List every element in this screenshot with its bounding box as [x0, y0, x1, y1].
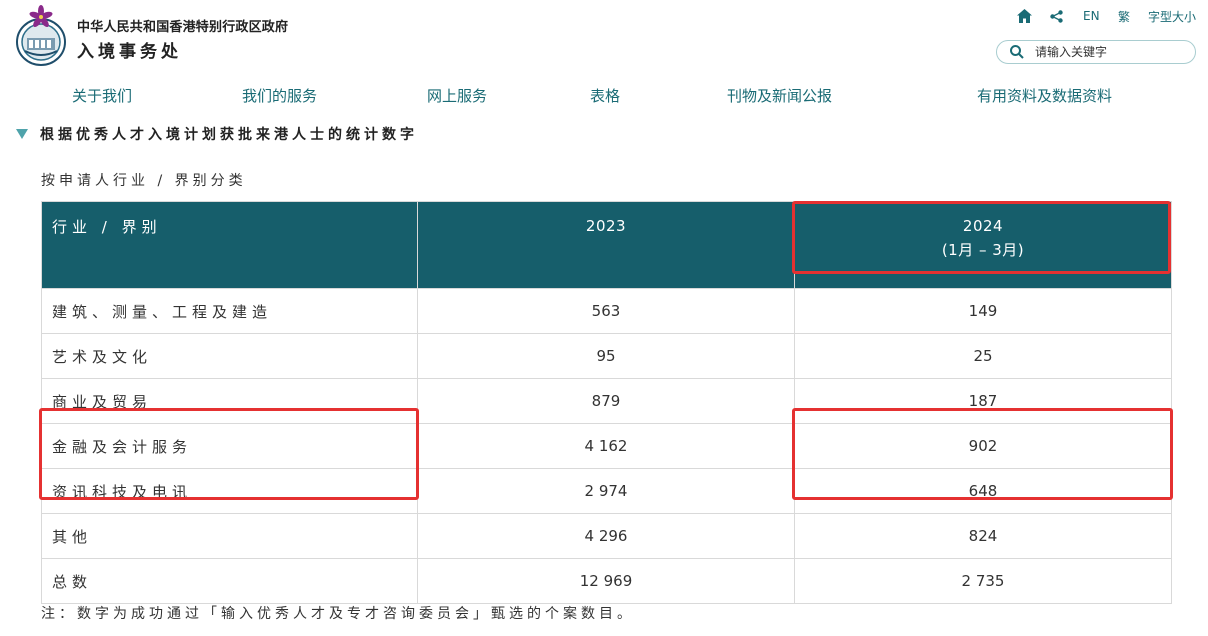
table-row: 建筑、测量、工程及建造 563 149 [41, 288, 1172, 334]
nav-about-us[interactable]: 关于我们 [72, 85, 132, 105]
table-row: 商业及贸易 879 187 [41, 378, 1172, 424]
row-value-2024: 902 [794, 423, 1172, 469]
section-title: 根据优秀人才入境计划获批来港人士的统计数字 [40, 127, 418, 143]
header-2024-year: 2024 [962, 217, 1004, 235]
row-value-2023: 4 296 [417, 513, 795, 559]
row-category: 建筑、测量、工程及建造 [41, 288, 418, 334]
share-icon [1050, 9, 1063, 23]
row-value-2024: 2 735 [794, 558, 1172, 604]
government-name: 中华人民共和国香港特别行政区政府 [77, 20, 289, 35]
row-category: 其他 [41, 513, 418, 559]
row-value-2023: 12 969 [417, 558, 795, 604]
row-category: 金融及会计服务 [41, 423, 418, 469]
row-value-2024: 824 [794, 513, 1172, 559]
row-value-2024: 149 [794, 288, 1172, 334]
table-row: 金融及会计服务 4 162 902 [41, 423, 1172, 469]
share-button[interactable] [1050, 7, 1063, 25]
table-row: 艺术及文化 95 25 [41, 333, 1172, 379]
row-category: 商业及贸易 [41, 378, 418, 424]
row-value-2024: 187 [794, 378, 1172, 424]
header-2023: 2023 [417, 201, 795, 289]
lang-en-link[interactable]: EN [1083, 7, 1100, 25]
table-subtitle: 按申请人行业 / 界别分类 [41, 173, 247, 189]
nav-online-services[interactable]: 网上服务 [427, 85, 487, 105]
header-category: 行业 / 界别 [41, 201, 418, 289]
row-value-2023: 879 [417, 378, 795, 424]
row-value-2023: 4 162 [417, 423, 795, 469]
nav-useful-info-statistics[interactable]: 有用资料及数据资料 [977, 85, 1112, 105]
row-value-2023: 563 [417, 288, 795, 334]
search-icon[interactable] [1009, 44, 1025, 60]
row-value-2023: 95 [417, 333, 795, 379]
nav-our-services[interactable]: 我们的服务 [242, 85, 317, 105]
collapse-triangle-icon[interactable] [16, 129, 28, 139]
lang-traditional-link[interactable]: 繁 [1118, 7, 1130, 25]
search-input[interactable] [1035, 43, 1183, 61]
search-box [996, 40, 1196, 64]
department-name[interactable]: 入境事务处 [77, 37, 182, 62]
row-category: 资讯科技及电讯 [41, 468, 418, 514]
table-row: 其他 4 296 824 [41, 513, 1172, 559]
row-value-2024: 648 [794, 468, 1172, 514]
row-category: 总数 [41, 558, 418, 604]
header-2024: 2024 (1月 – 3月) [794, 201, 1172, 289]
row-value-2024: 25 [794, 333, 1172, 379]
table-row-total: 总数 12 969 2 735 [41, 558, 1172, 604]
table-header-row: 行业 / 界别 2023 2024 (1月 – 3月) [41, 201, 1172, 289]
nav-publications-press[interactable]: 刊物及新闻公报 [727, 85, 832, 105]
footnote: 注：数字为成功通过「输入优秀人才及专才咨询委员会」甄选的个案数目。 [41, 606, 635, 622]
nav-forms[interactable]: 表格 [590, 85, 620, 105]
row-value-2023: 2 974 [417, 468, 795, 514]
table-row: 资讯科技及电讯 2 974 648 [41, 468, 1172, 514]
hk-immigration-emblem-icon[interactable] [14, 5, 68, 67]
home-icon [1017, 9, 1032, 23]
site-header: 中华人民共和国香港特别行政区政府 入境事务处 EN 繁 字型大小 [0, 0, 1208, 76]
header-2024-period: (1月 – 3月) [941, 241, 1025, 259]
font-size-button[interactable]: 字型大小 [1148, 7, 1196, 25]
statistics-table: 行业 / 界别 2023 2024 (1月 – 3月) 建筑、测量、工程及建造 … [41, 201, 1172, 604]
section-header[interactable]: 根据优秀人才入境计划获批来港人士的统计数字 [16, 124, 418, 144]
home-button[interactable] [1017, 7, 1032, 25]
row-category: 艺术及文化 [41, 333, 418, 379]
